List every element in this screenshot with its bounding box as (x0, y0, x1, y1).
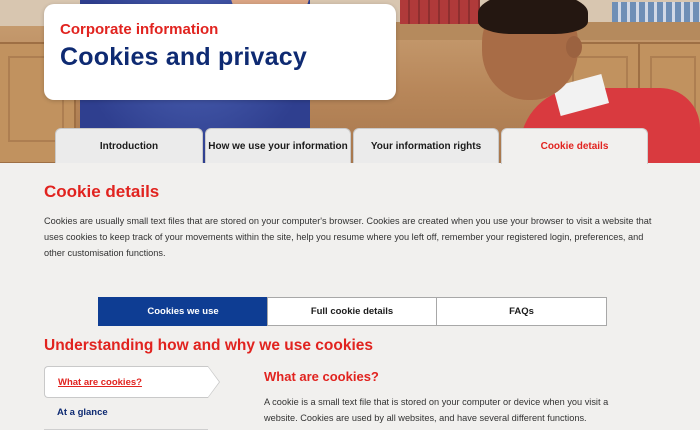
tab-introduction[interactable]: Introduction (55, 128, 203, 163)
tab-how-we-use-your-information[interactable]: How we use your information (205, 128, 351, 163)
tab-label: Cookie details (540, 141, 609, 152)
sidebar-item-what-are-cookies[interactable]: What are cookies? (44, 366, 220, 398)
intro-paragraph: Cookies are usually small text files tha… (44, 216, 652, 258)
header-card: Corporate information Cookies and privac… (44, 4, 396, 100)
tab-cookie-details[interactable]: Cookie details (501, 128, 648, 164)
sidebar-item-label: What are cookies? (58, 376, 142, 388)
page-eyebrow: Corporate information (60, 21, 219, 38)
page-title: Cookies and privacy (60, 43, 307, 71)
tab-label: How we use your information (208, 140, 348, 152)
main-tabs: Introduction How we use your information… (55, 128, 648, 164)
sidebar-item-at-a-glance[interactable]: At a glance (57, 407, 108, 418)
section-title: Cookie details (44, 182, 160, 201)
content-body: A cookie is a small text file that is st… (264, 397, 609, 423)
understanding-title: Understanding how and why we use cookies (44, 337, 374, 354)
tab-label: Introduction (99, 140, 159, 152)
sub-tabs: Cookies we use Full cookie details FAQs (98, 297, 607, 326)
tab-your-information-rights[interactable]: Your information rights (353, 128, 499, 163)
subtab-label: Full cookie details (310, 306, 394, 317)
content-heading: What are cookies? (264, 369, 379, 384)
subtab-label: FAQs (509, 306, 534, 317)
subtab-faqs[interactable]: FAQs (436, 297, 607, 326)
subtab-label: Cookies we use (147, 306, 219, 317)
subtab-cookies-we-use[interactable]: Cookies we use (98, 297, 268, 326)
tab-label: Your information rights (370, 140, 482, 152)
subtab-full-cookie-details[interactable]: Full cookie details (267, 297, 437, 326)
